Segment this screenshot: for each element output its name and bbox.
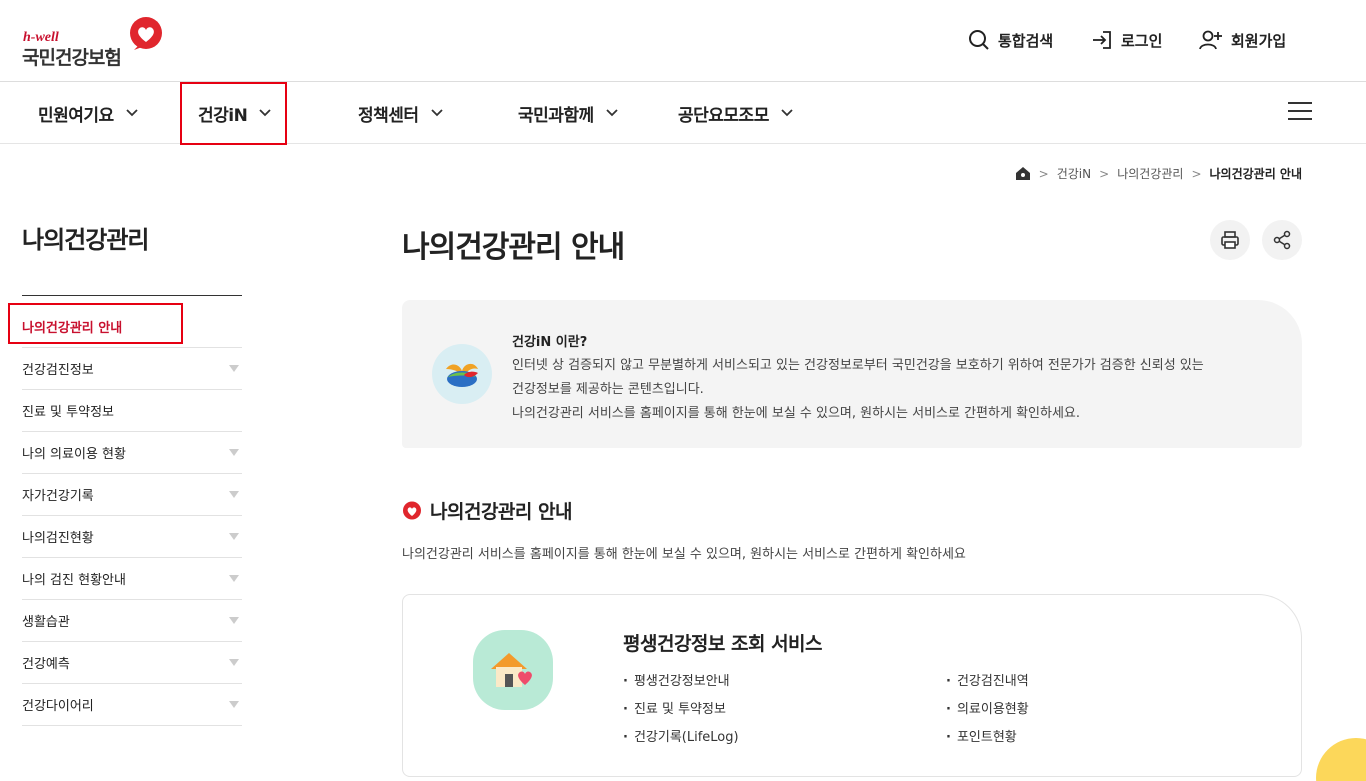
sidebar-item-checkup-status[interactable]: 나의검진현황 bbox=[22, 516, 242, 558]
breadcrumb-separator: > bbox=[1099, 166, 1110, 181]
sidebar-item-lifestyle[interactable]: 생활습관 bbox=[22, 600, 242, 642]
expand-triangle-icon bbox=[229, 617, 239, 624]
sidebar-item-label: 진료 및 투약정보 bbox=[22, 405, 114, 420]
expand-triangle-icon bbox=[229, 659, 239, 666]
floating-decoration bbox=[1316, 738, 1366, 781]
search-link[interactable]: 통합검색 bbox=[968, 27, 1053, 53]
site-logo[interactable]: h-well 국민건강보험 bbox=[22, 16, 172, 69]
gnb-item-civil[interactable]: 민원여기요 bbox=[38, 82, 138, 144]
gnb-item-about[interactable]: 공단요모조모 bbox=[678, 82, 793, 144]
share-icon bbox=[1273, 230, 1291, 250]
expand-triangle-icon bbox=[229, 701, 239, 708]
sidebar-item-medical-usage[interactable]: 나의 의료이용 현황 bbox=[22, 432, 242, 474]
heart-logo-icon bbox=[130, 17, 162, 50]
breadcrumb-separator: > bbox=[1038, 166, 1049, 181]
gnb-item-label: 민원여기요 bbox=[38, 105, 114, 126]
card-link-medical-usage[interactable]: 의료이용현황 bbox=[946, 698, 1029, 717]
expand-triangle-icon bbox=[229, 365, 239, 372]
sidebar-item-diary[interactable]: 건강다이어리 bbox=[22, 684, 242, 726]
chevron-down-icon bbox=[126, 109, 138, 117]
breadcrumb-separator: > bbox=[1191, 166, 1202, 181]
card-link-lifetime-info[interactable]: 평생건강정보안내 bbox=[623, 670, 730, 689]
intro-text-line: 인터넷 상 검증되지 않고 무분별하게 서비스되고 있는 건강정보로부터 국민건… bbox=[512, 358, 1204, 373]
highlight-box-sidebar bbox=[8, 303, 183, 344]
card-link-points[interactable]: 포인트현황 bbox=[946, 726, 1017, 745]
chevron-down-icon bbox=[606, 109, 618, 117]
user-plus-icon bbox=[1199, 30, 1222, 50]
sidebar-menu: 나의건강관리 안내 건강검진정보 진료 및 투약정보 나의 의료이용 현황 자가… bbox=[22, 306, 242, 726]
share-button[interactable] bbox=[1262, 220, 1302, 260]
sidebar-item-label: 건강예측 bbox=[22, 657, 70, 672]
expand-triangle-icon bbox=[229, 449, 239, 456]
sidebar-item-treatment[interactable]: 진료 및 투약정보 bbox=[22, 390, 242, 432]
card-link-lifelog[interactable]: 건강기록(LifeLog) bbox=[623, 726, 739, 745]
print-icon bbox=[1221, 231, 1239, 249]
breadcrumb: > 건강iN > 나의건강관리 > 나의건강관리 안내 bbox=[1015, 165, 1302, 182]
chevron-down-icon bbox=[430, 109, 443, 117]
print-button[interactable] bbox=[1210, 220, 1250, 260]
logo-main-text: 국민건강보험 bbox=[22, 47, 122, 69]
hamburger-menu-icon[interactable] bbox=[1288, 102, 1312, 122]
login-icon bbox=[1093, 31, 1111, 49]
home-icon[interactable] bbox=[1015, 166, 1031, 181]
intro-title: 건강iN 이란? bbox=[512, 335, 588, 350]
gnb-item-label: 공단요모조모 bbox=[678, 105, 769, 126]
intro-text-line: 나의건강관리 서비스를 홈페이지를 통해 한눈에 보실 수 있으며, 원하시는 … bbox=[512, 406, 1081, 421]
sidebar-item-label: 나의검진현황 bbox=[22, 531, 94, 546]
sidebar-title: 나의건강관리 bbox=[22, 226, 149, 254]
breadcrumb-item[interactable]: 나의건강관리 bbox=[1117, 165, 1183, 182]
search-icon bbox=[969, 30, 989, 50]
sidebar-item-prediction[interactable]: 건강예측 bbox=[22, 642, 242, 684]
card-title: 평생건강정보 조회 서비스 bbox=[623, 633, 823, 655]
breadcrumb-current: 나의건강관리 안내 bbox=[1209, 167, 1303, 181]
house-heart-icon bbox=[473, 630, 553, 710]
gnb-item-policy[interactable]: 정책센터 bbox=[358, 82, 443, 144]
sidebar-item-label: 자가건강기록 bbox=[22, 489, 94, 504]
signup-link-label: 회원가입 bbox=[1231, 31, 1287, 50]
intro-box: 건강iN 이란? 인터넷 상 검증되지 않고 무분별하게 서비스되고 있는 건강… bbox=[402, 300, 1302, 448]
site-header: h-well 국민건강보험 통합검색 로그인 회원가입 bbox=[0, 0, 1366, 82]
breadcrumb-item[interactable]: 건강iN bbox=[1057, 165, 1091, 182]
sidebar-item-label: 건강검진정보 bbox=[22, 363, 94, 378]
sidebar-divider bbox=[22, 295, 242, 296]
expand-triangle-icon bbox=[229, 533, 239, 540]
sidebar-item-label: 나의 의료이용 현황 bbox=[22, 447, 126, 462]
sidebar-item-label: 생활습관 bbox=[22, 615, 70, 630]
login-link[interactable]: 로그인 bbox=[1091, 27, 1162, 53]
gnb-item-label: 정책센터 bbox=[358, 105, 419, 126]
search-link-label: 통합검색 bbox=[998, 31, 1054, 50]
sidebar-item-label: 나의 검진 현황안내 bbox=[22, 573, 126, 588]
card-link-treatment[interactable]: 진료 및 투약정보 bbox=[623, 698, 726, 717]
page-title: 나의건강관리 안내 bbox=[402, 230, 625, 265]
intro-text-line: 건강정보를 제공하는 콘텐츠입니다. bbox=[512, 382, 704, 397]
chevron-down-icon bbox=[781, 109, 793, 117]
card-link-checkup-history[interactable]: 건강검진내역 bbox=[946, 670, 1029, 689]
expand-triangle-icon bbox=[229, 491, 239, 498]
sidebar-item-label: 건강다이어리 bbox=[22, 699, 94, 714]
health-in-logo-icon bbox=[432, 344, 492, 404]
gnb-item-together[interactable]: 국민과함께 bbox=[518, 82, 618, 144]
section-title: 나의건강관리 안내 bbox=[430, 501, 572, 523]
heart-bullet-icon bbox=[403, 501, 421, 519]
expand-triangle-icon bbox=[229, 575, 239, 582]
login-link-label: 로그인 bbox=[1121, 31, 1163, 50]
gnb-item-label: 국민과함께 bbox=[518, 105, 594, 126]
signup-link[interactable]: 회원가입 bbox=[1199, 27, 1286, 53]
section-description: 나의건강관리 서비스를 홈페이지를 통해 한눈에 보실 수 있으며, 원하시는 … bbox=[402, 547, 966, 562]
service-card[interactable]: 평생건강정보 조회 서비스 평생건강정보안내 진료 및 투약정보 건강기록(Li… bbox=[402, 594, 1302, 777]
sidebar-item-self-record[interactable]: 자가건강기록 bbox=[22, 474, 242, 516]
highlight-box-gnb bbox=[180, 82, 287, 145]
sidebar-item-checkup-info[interactable]: 건강검진정보 bbox=[22, 348, 242, 390]
sidebar-item-checkup-guide[interactable]: 나의 검진 현황안내 bbox=[22, 558, 242, 600]
section-heading: 나의건강관리 안내 bbox=[402, 497, 572, 524]
